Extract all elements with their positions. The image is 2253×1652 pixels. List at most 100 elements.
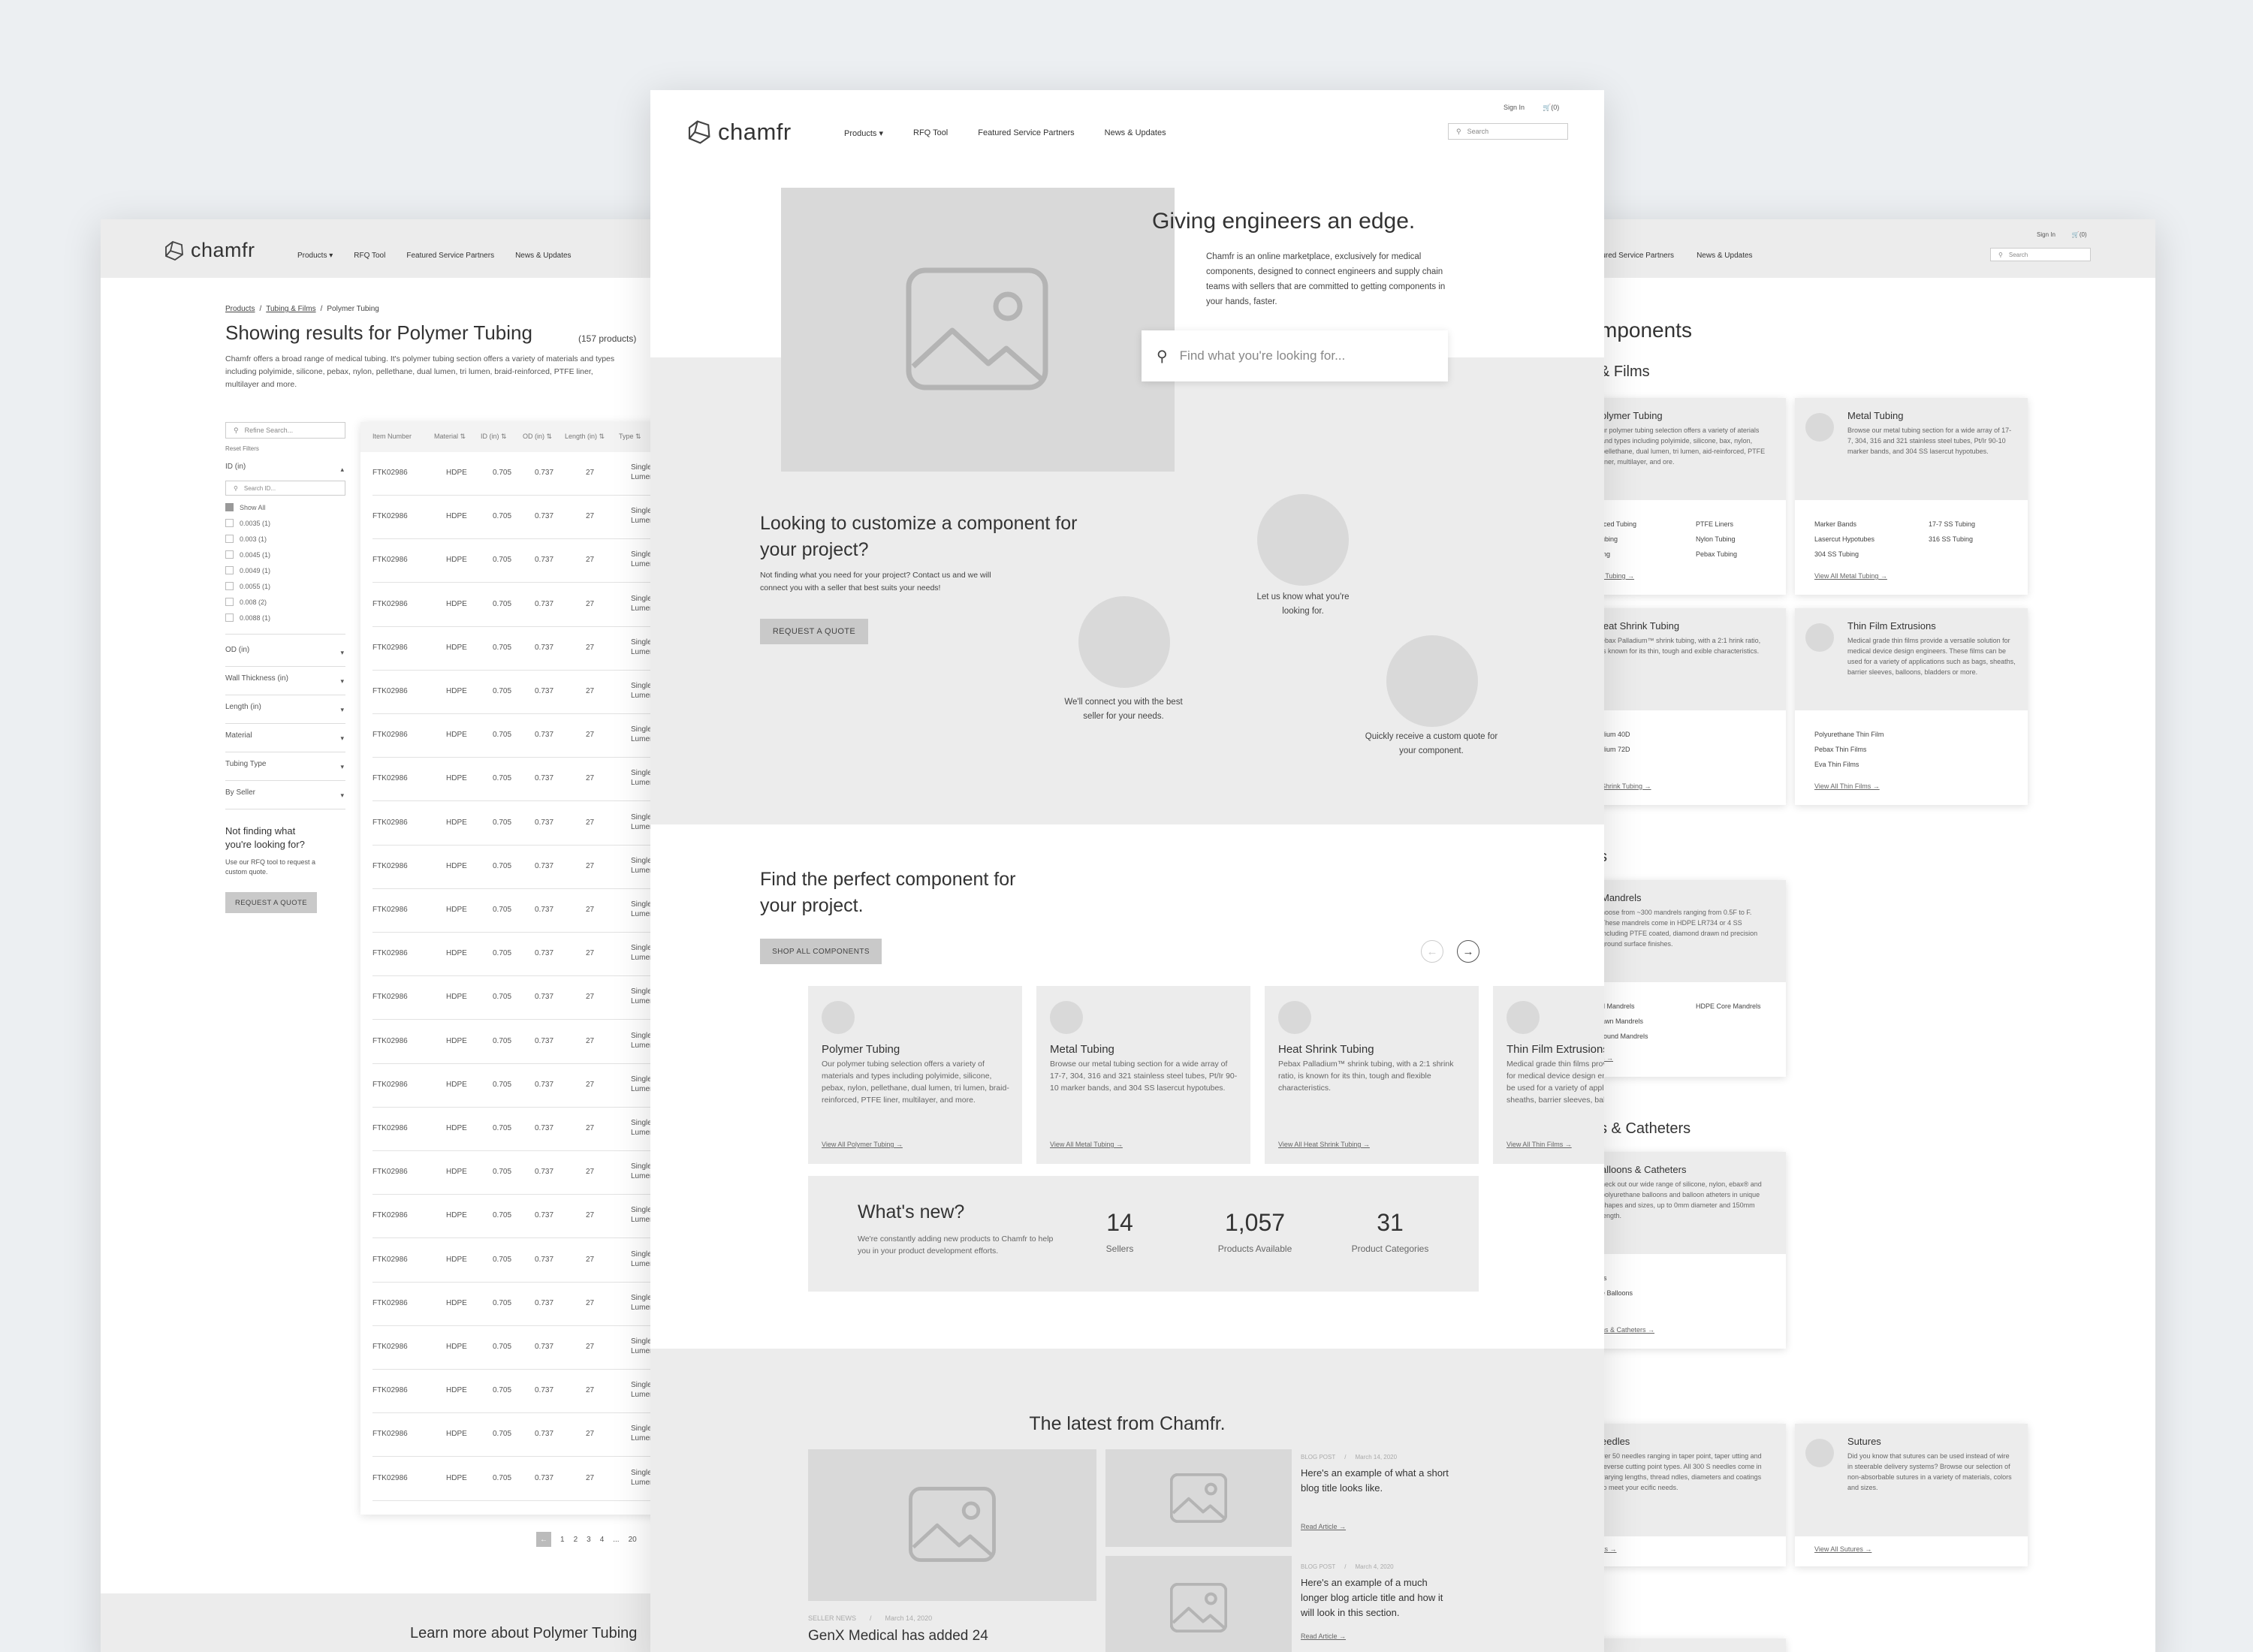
product-card-heat-shrink-tubing[interactable]: Heat Shrink Tubing Pebax Palladium™ shri…: [1265, 986, 1479, 1164]
view-all-link[interactable]: Shrink Tubing →: [1601, 782, 1651, 790]
post-1-title[interactable]: Here's an example of what a short blog t…: [1301, 1466, 1451, 1496]
sign-in-link[interactable]: Sign In: [1504, 104, 1525, 112]
hero-search-input[interactable]: ⚲ Find what you're looking for...: [1142, 330, 1448, 381]
shop-all-components-button[interactable]: SHOP ALL COMPONENTS: [760, 939, 882, 964]
checkbox[interactable]: [225, 566, 234, 574]
category-card-metal[interactable]: Metal Tubing Browse our metal tubing sec…: [1795, 398, 2028, 595]
header-search-input[interactable]: ⚲ Search: [1448, 123, 1568, 140]
subcategory-link[interactable]: awn Mandrels: [1601, 1014, 1648, 1029]
subcategory-link[interactable]: Marker Bands: [1814, 517, 1874, 532]
post-2-image[interactable]: [1105, 1556, 1292, 1652]
page-20[interactable]: 20: [629, 1536, 637, 1544]
subcategory-link[interactable]: d Mandrels: [1601, 999, 1648, 1014]
chamfr-logo[interactable]: chamfr: [685, 119, 792, 146]
subcategory-link[interactable]: 17-7 SS Tubing: [1929, 517, 1975, 532]
product-card-thin-film-extrusions[interactable]: Thin Film Extrusions Medical grade thin …: [1493, 986, 1604, 1164]
filter-material[interactable]: Material ▾: [225, 731, 345, 752]
checkbox-id-option[interactable]: 0.008 (2): [225, 598, 267, 606]
checkbox-show-all[interactable]: Show All: [225, 503, 266, 511]
carousel-prev-button[interactable]: ←: [1421, 940, 1443, 963]
cart-link[interactable]: 🛒(0): [1543, 104, 1559, 112]
subcategory-link[interactable]: dium 72D: [1601, 742, 1630, 757]
request-quote-button[interactable]: REQUEST A QUOTE: [760, 619, 868, 644]
refine-search-input[interactable]: ⚲ Refine Search...: [225, 422, 345, 439]
search-id-input[interactable]: ⚲ Search ID...: [225, 481, 345, 496]
view-all-link[interactable]: View All Polymer Tubing →: [822, 1141, 903, 1148]
checkbox-id-option[interactable]: 0.0055 (1): [225, 582, 270, 590]
col-length[interactable]: Length (in) ⇅: [565, 433, 605, 441]
category-card-thin-film[interactable]: Thin Film Extrusions Medical grade thin …: [1795, 608, 2028, 805]
nav-featured-service-partners[interactable]: atured Service Partners: [1595, 252, 1674, 260]
filter-od[interactable]: OD (in) ▾: [225, 646, 345, 667]
breadcrumb-products[interactable]: Products: [225, 305, 255, 313]
reset-filters-link[interactable]: Reset Filters: [225, 445, 259, 452]
view-all-link[interactable]: View All Metal Tubing →: [1814, 572, 1887, 580]
post-1-read-link[interactable]: Read Article →: [1301, 1523, 1346, 1530]
view-all-link[interactable]: View All Sutures →: [1814, 1545, 1871, 1553]
checkbox-id-option[interactable]: 0.0045 (1): [225, 550, 270, 559]
checkbox[interactable]: [225, 613, 234, 622]
col-type[interactable]: Type ⇅: [619, 433, 641, 441]
breadcrumb-tubing-films[interactable]: Tubing & Films: [266, 305, 315, 313]
col-od[interactable]: OD (in) ⇅: [523, 433, 552, 441]
nav-featured-service-partners[interactable]: Featured Service Partners: [406, 252, 494, 260]
subcategory-link[interactable]: Eva Thin Films: [1814, 757, 1884, 772]
subcategory-link[interactable]: PTFE Liners: [1696, 517, 1737, 532]
request-quote-button[interactable]: REQUEST A QUOTE: [225, 892, 317, 913]
nav-news-updates[interactable]: News & Updates: [515, 252, 571, 260]
subcategory-link[interactable]: Nylon Tubing: [1696, 532, 1737, 547]
subcategory-link[interactable]: Pebax Tubing: [1696, 547, 1737, 562]
view-all-link[interactable]: ns & Catheters →: [1601, 1326, 1654, 1334]
subcategory-link[interactable]: round Mandrels: [1601, 1029, 1648, 1044]
sign-in-link[interactable]: Sign In: [2037, 231, 2055, 238]
checkbox[interactable]: [225, 582, 234, 590]
subcategory-link[interactable]: 316 SS Tubing: [1929, 532, 1975, 547]
checkbox[interactable]: [225, 535, 234, 543]
subcategory-link[interactable]: rced Tubing: [1601, 517, 1636, 532]
subcategory-link[interactable]: HDPE Core Mandrels: [1696, 999, 1761, 1014]
arrow-left-icon[interactable]: ←: [536, 1532, 551, 1547]
nav-featured-service-partners[interactable]: Featured Service Partners: [978, 128, 1074, 138]
checkbox-id-option[interactable]: 0.0035 (1): [225, 519, 270, 527]
view-all-link[interactable]: View All Metal Tubing →: [1050, 1141, 1123, 1148]
header-search-input[interactable]: ⚲ Search: [1990, 248, 2091, 261]
product-card-metal-tubing[interactable]: Metal Tubing Browse our metal tubing sec…: [1036, 986, 1250, 1164]
checkbox[interactable]: [225, 550, 234, 559]
category-card-sutures[interactable]: Sutures Did you know that sutures can be…: [1795, 1424, 2028, 1566]
post-2-title[interactable]: Here's an example of a much longer blog …: [1301, 1575, 1451, 1620]
filter-tubing-type[interactable]: Tubing Type ▾: [225, 760, 345, 781]
checkbox-id-option[interactable]: 0.0088 (1): [225, 613, 270, 622]
filter-by-seller[interactable]: By Seller ▾: [225, 788, 345, 809]
checkbox[interactable]: [225, 519, 234, 527]
page-3[interactable]: 3: [587, 1536, 591, 1544]
chamfr-logo[interactable]: chamfr: [162, 239, 255, 262]
view-all-link[interactable]: View All Thin Films →: [1814, 782, 1880, 790]
subcategory-link[interactable]: e Balloons: [1601, 1286, 1633, 1301]
featured-post-image[interactable]: [808, 1449, 1096, 1601]
page-2[interactable]: 2: [574, 1536, 578, 1544]
filter-wall-thickness[interactable]: Wall Thickness (in) ▾: [225, 674, 345, 695]
post-2-read-link[interactable]: Read Article →: [1301, 1632, 1346, 1640]
checkbox-checked[interactable]: [225, 503, 234, 511]
carousel-next-button[interactable]: →: [1457, 940, 1479, 963]
subcategory-link[interactable]: ing: [1601, 547, 1636, 562]
view-all-link[interactable]: View All Heat Shrink Tubing →: [1278, 1141, 1370, 1148]
col-item-number[interactable]: Item Number: [372, 433, 412, 440]
page-4[interactable]: 4: [600, 1536, 605, 1544]
subcategory-link[interactable]: ubing: [1601, 532, 1636, 547]
view-all-link[interactable]: r Tubing →: [1601, 572, 1634, 580]
featured-post-title[interactable]: GenX Medical has added 24: [808, 1628, 988, 1644]
post-1-image[interactable]: [1105, 1449, 1292, 1547]
subcategory-link[interactable]: Pebax Thin Films: [1814, 742, 1884, 757]
filter-length[interactable]: Length (in) ▾: [225, 703, 345, 724]
nav-news-updates[interactable]: News & Updates: [1105, 128, 1166, 138]
subcategory-link[interactable]: dium 40D: [1601, 727, 1630, 742]
page-1[interactable]: 1: [560, 1536, 565, 1544]
subcategory-link[interactable]: 304 SS Tubing: [1814, 547, 1874, 562]
product-card-polymer-tubing[interactable]: Polymer Tubing Our polymer tubing select…: [808, 986, 1022, 1164]
col-material[interactable]: Material ⇅: [434, 433, 466, 441]
nav-rfq-tool[interactable]: RFQ Tool: [913, 128, 948, 138]
subcategory-link[interactable]: Lasercut Hypotubes: [1814, 532, 1874, 547]
cart-link[interactable]: 🛒(0): [2072, 231, 2087, 238]
nav-rfq-tool[interactable]: RFQ Tool: [354, 252, 385, 260]
